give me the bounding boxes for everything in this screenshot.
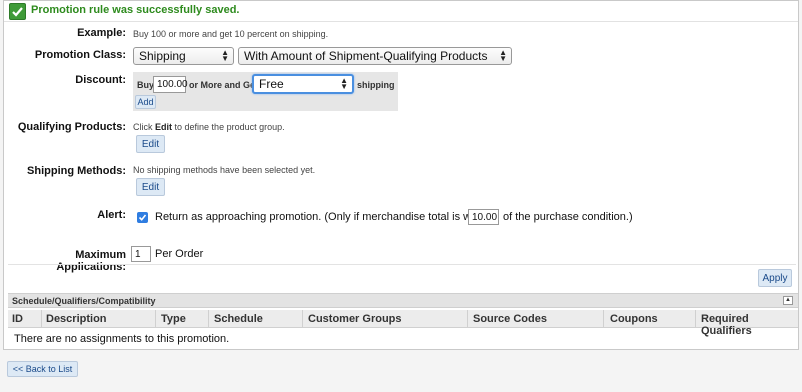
column-header-id: ID	[12, 313, 23, 325]
edit-shipping-methods-button[interactable]: Edit	[136, 178, 165, 196]
alert-text-post: of the purchase condition.)	[503, 211, 633, 223]
column-header-description: Description	[46, 313, 107, 325]
success-message: Promotion rule was successfully saved.	[31, 4, 240, 16]
column-divider	[155, 310, 156, 328]
column-divider	[603, 310, 604, 328]
assignments-empty-text: There are no assignments to this promoti…	[14, 333, 230, 345]
edit-qualifying-products-button[interactable]: Edit	[136, 135, 165, 153]
discount-reward-select[interactable]: Free ▲ ▼	[252, 74, 354, 94]
discount-box: Buy 100.00 or More and Get Free ▲ ▼ shipp…	[133, 72, 398, 111]
schedule-section-title: Schedule/Qualifiers/Compatibility	[12, 296, 156, 306]
success-banner: Promotion rule was successfully saved.	[4, 1, 798, 22]
divider	[8, 264, 796, 265]
column-header-coupons: Coupons	[610, 313, 658, 325]
hint-bold: Edit	[155, 122, 173, 132]
schedule-section-header[interactable]: Schedule/Qualifiers/Compatibility ▲	[8, 293, 798, 308]
max-applications-label: Maximum Applications:	[56, 249, 126, 273]
column-divider	[302, 310, 303, 328]
promotion-type-select[interactable]: With Amount of Shipment-Qualifying Produ…	[238, 47, 512, 65]
collapse-toggle-icon[interactable]: ▲	[783, 296, 793, 305]
column-header-type: Type	[161, 313, 186, 325]
column-header-required-qualifiers: Required Qualifiers	[701, 313, 752, 337]
max-applications-suffix: Per Order	[155, 248, 204, 260]
qualifying-products-label: Qualifying Products:	[17, 121, 126, 133]
assignments-table-header: ID Description Type Schedule Customer Gr…	[8, 310, 798, 337]
alert-label: Alert:	[97, 209, 126, 221]
discount-amount-value: 100.00	[157, 79, 188, 90]
example-text: Buy 100 or more and get 10 percent on sh…	[133, 29, 329, 39]
example-label: Example:	[77, 27, 126, 39]
column-divider	[41, 310, 42, 328]
discount-reward-value: Free	[259, 77, 284, 91]
hint-post: to define the product group.	[174, 122, 285, 132]
alert-threshold-value: 10.00	[472, 212, 498, 223]
column-header-source-codes: Source Codes	[473, 313, 547, 325]
apply-button[interactable]: Apply	[758, 269, 792, 287]
success-check-icon	[9, 3, 26, 20]
column-header-schedule: Schedule	[214, 313, 263, 325]
column-divider	[695, 310, 696, 328]
qualifying-products-hint: Click Edit to define the product group.	[133, 122, 285, 132]
add-discount-button[interactable]: Add	[135, 95, 156, 109]
max-applications-input[interactable]: 1	[131, 246, 151, 262]
discount-buy-text: Buy	[137, 80, 155, 90]
column-divider	[467, 310, 468, 328]
promotion-class-value: Shipping	[139, 49, 186, 63]
select-arrows-icon: ▲ ▼	[221, 48, 229, 63]
alert-checkbox[interactable]	[137, 212, 148, 223]
shipping-methods-hint: No shipping methods have been selected y…	[133, 165, 316, 175]
promotion-class-select[interactable]: Shipping ▲ ▼	[133, 47, 234, 65]
select-arrows-icon: ▲ ▼	[340, 76, 348, 91]
hint-pre: Click	[133, 122, 153, 132]
column-divider	[208, 310, 209, 328]
discount-or-more-text: or More and Get	[189, 80, 259, 90]
promotion-class-label: Promotion Class:	[34, 49, 126, 61]
promotion-rule-panel: Promotion rule was successfully saved. E…	[3, 0, 799, 350]
promotion-type-value: With Amount of Shipment-Qualifying Produ…	[244, 49, 488, 63]
discount-label: Discount:	[75, 74, 126, 86]
shipping-methods-label: Shipping Methods:	[27, 165, 126, 177]
alert-text-pre: Return as approaching promotion. (Only i…	[155, 211, 492, 223]
max-applications-value: 1	[135, 249, 141, 260]
back-to-list-button[interactable]: << Back to List	[7, 361, 78, 377]
alert-threshold-input[interactable]: 10.00	[468, 209, 499, 225]
select-arrows-icon: ▲ ▼	[499, 48, 507, 63]
column-header-customer-groups: Customer Groups	[308, 313, 402, 325]
discount-shipping-text: shipping	[357, 80, 395, 90]
discount-amount-input[interactable]: 100.00	[153, 76, 188, 93]
